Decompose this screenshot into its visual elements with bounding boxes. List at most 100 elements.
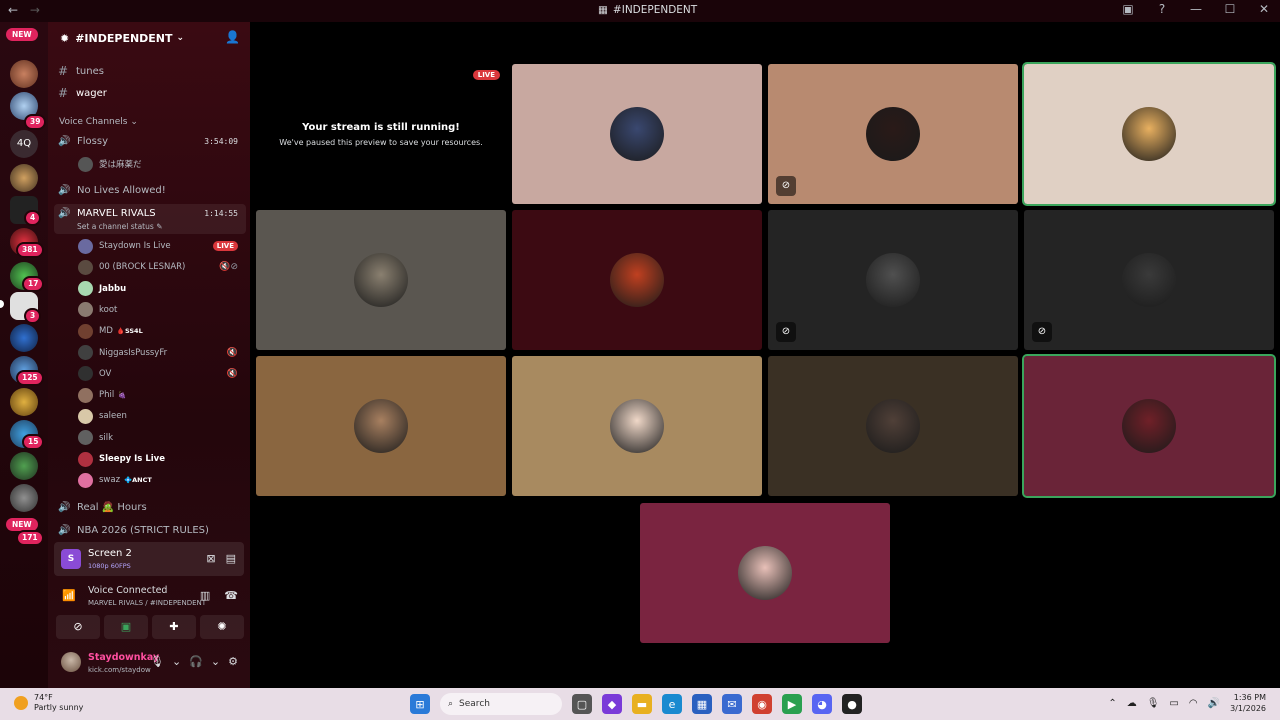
participant-tile[interactable]: [256, 210, 506, 350]
channel-wager[interactable]: # wager: [58, 86, 242, 100]
app-icon[interactable]: ▶: [782, 694, 802, 714]
channel-name: NBA 2026 (STRICT RULES): [77, 525, 209, 536]
participant-tile[interactable]: [768, 356, 1018, 496]
participant-tile[interactable]: [256, 356, 506, 496]
mail-icon[interactable]: ✉: [722, 694, 742, 714]
search-input[interactable]: ⌕ Search: [440, 693, 562, 715]
app-icon[interactable]: ◆: [602, 694, 622, 714]
forward-button[interactable]: →: [30, 3, 40, 17]
voice-channel-path[interactable]: MARVEL RIVALS / #INDEPENDENT: [88, 599, 206, 607]
headphones-icon[interactable]: 🎧: [189, 655, 203, 668]
server-4q[interactable]: 4Q: [10, 130, 38, 158]
chevron-down-icon[interactable]: ⌄: [172, 655, 181, 668]
voice-channel-flossy[interactable]: 🔊 Flossy 3:54:09: [58, 136, 242, 147]
participant-tile[interactable]: [640, 503, 890, 643]
wifi-icon[interactable]: ◠: [1189, 698, 1198, 709]
cloud-icon[interactable]: ☁: [1127, 698, 1137, 709]
voice-member[interactable]: Sleepy Is Live: [78, 451, 240, 467]
voice-member[interactable]: 愛は麻薬だ: [78, 156, 240, 172]
voice-channel-marvel-rivals[interactable]: 🔊 MARVEL RIVALS 1:14:55: [58, 208, 242, 219]
voice-member[interactable]: OV 🔇: [78, 366, 240, 382]
voice-member[interactable]: MD 🩸SS4L: [78, 323, 240, 339]
voice-member[interactable]: koot: [78, 302, 240, 318]
maximize-icon[interactable]: ☐: [1222, 2, 1238, 16]
server-icon-7[interactable]: [10, 324, 38, 352]
add-member-icon[interactable]: 👤: [225, 30, 240, 44]
avatar: [78, 430, 93, 446]
noise-suppression-icon[interactable]: ▥: [200, 589, 210, 602]
discord-icon[interactable]: ◕: [812, 694, 832, 714]
server-icon-1[interactable]: [10, 60, 38, 88]
channel-name: Real 🧟 Hours: [77, 502, 147, 513]
participant-tile[interactable]: [512, 356, 762, 496]
avatar: [78, 238, 93, 254]
file-explorer-icon[interactable]: ▬: [632, 694, 652, 714]
store-icon[interactable]: ▦: [692, 694, 712, 714]
display-icon[interactable]: ▣: [1120, 2, 1136, 16]
participant-tile[interactable]: ⊘: [768, 210, 1018, 350]
member-tag: 🩸SS4L: [116, 327, 143, 336]
voice-member[interactable]: Jabbu: [78, 281, 240, 297]
voice-channel-no-lives[interactable]: 🔊 No Lives Allowed!: [58, 185, 242, 196]
voice-channel-real-hours[interactable]: 🔊 Real 🧟 Hours: [58, 502, 242, 513]
voice-channels-header[interactable]: Voice Channels ⌄: [59, 117, 138, 127]
voice-member[interactable]: 00 (BROCK LESNAR) 🔇⊘: [78, 259, 240, 275]
participant-tile[interactable]: [1022, 62, 1276, 206]
participant-tile[interactable]: [512, 210, 762, 350]
back-button[interactable]: ←: [8, 3, 18, 17]
weather-widget[interactable]: 74°F Partly sunny: [14, 693, 83, 713]
avatar[interactable]: [61, 652, 81, 672]
voice-member[interactable]: silk: [78, 430, 240, 446]
voice-member[interactable]: Phil 🍇: [78, 387, 240, 403]
chrome-icon[interactable]: ◉: [752, 694, 772, 714]
guild-header[interactable]: ✹ #INDEPENDENT ⌄ 👤: [48, 22, 250, 54]
help-icon[interactable]: ?: [1154, 2, 1170, 16]
microphone-icon[interactable]: 🎙: [150, 655, 164, 668]
voice-member[interactable]: NiggasIsPussyFr 🔇: [78, 345, 240, 361]
username[interactable]: Staydownkay: [88, 652, 159, 663]
start-icon[interactable]: ⊞: [410, 694, 430, 714]
minimize-icon[interactable]: —: [1188, 2, 1204, 16]
screen-share-quality: 1080p 60FPS: [88, 562, 131, 570]
taskbar: 74°F Partly sunny ⊞ ⌕ Search ▢ ◆ ▬ e ▦ ✉…: [0, 688, 1280, 720]
chevron-down-icon[interactable]: ⌄: [211, 655, 220, 668]
voice-member[interactable]: saleen: [78, 408, 240, 424]
unread-badge: 3: [24, 308, 42, 324]
chevron-up-icon[interactable]: ⌃: [1108, 698, 1116, 709]
weather-icon: [14, 696, 28, 710]
channel-tunes[interactable]: # tunes: [58, 64, 242, 78]
server-icon-3[interactable]: [10, 164, 38, 192]
server-icon-12[interactable]: [10, 484, 38, 512]
voice-member[interactable]: Staydown Is Live LIVE: [78, 238, 240, 254]
channel-status[interactable]: Set a channel status ✎: [77, 222, 162, 231]
stop-stream-icon[interactable]: ⊠: [206, 552, 215, 565]
microphone-icon[interactable]: 🎙: [1147, 698, 1160, 709]
screen-share-button[interactable]: ▣: [104, 615, 148, 639]
volume-icon[interactable]: 🔊: [1208, 698, 1220, 709]
app-icon[interactable]: ●: [842, 694, 862, 714]
participant-tile[interactable]: ⊘: [1024, 210, 1274, 350]
disconnect-icon[interactable]: ☎: [224, 589, 238, 602]
participant-tile[interactable]: [1022, 354, 1276, 498]
clock[interactable]: 1:36 PM 3/1/2026: [1230, 692, 1266, 714]
server-icon-9[interactable]: [10, 388, 38, 416]
server-rail: NEW 39 4Q 4 381 17 3 125 15 NEW 171: [0, 22, 48, 688]
server-icon-11[interactable]: [10, 452, 38, 480]
display-icon[interactable]: ▭: [1169, 698, 1178, 709]
title-bar: ← → ▦ #INDEPENDENT ▣ ? — ☐ ✕: [0, 0, 1280, 22]
close-icon[interactable]: ✕: [1256, 2, 1272, 16]
participant-tile[interactable]: [512, 64, 762, 204]
gear-icon[interactable]: ⚙: [228, 655, 238, 668]
edge-icon[interactable]: e: [662, 694, 682, 714]
camera-button[interactable]: ⊘: [56, 615, 100, 639]
voice-member[interactable]: swaz 💠ANCT: [78, 472, 240, 488]
stream-settings-icon[interactable]: ▤: [226, 552, 236, 565]
stream-preview-paused[interactable]: LIVE Your stream is still running! We've…: [256, 64, 506, 204]
channel-name: No Lives Allowed!: [77, 185, 166, 196]
voice-channel-nba[interactable]: 🔊 NBA 2026 (STRICT RULES): [58, 525, 242, 536]
participant-tile[interactable]: ⊘: [768, 64, 1018, 204]
soundboard-button[interactable]: ✺: [200, 615, 244, 639]
activities-button[interactable]: ✚: [152, 615, 196, 639]
task-view-icon[interactable]: ▢: [572, 694, 592, 714]
chevron-down-icon: ⌄: [176, 33, 185, 43]
